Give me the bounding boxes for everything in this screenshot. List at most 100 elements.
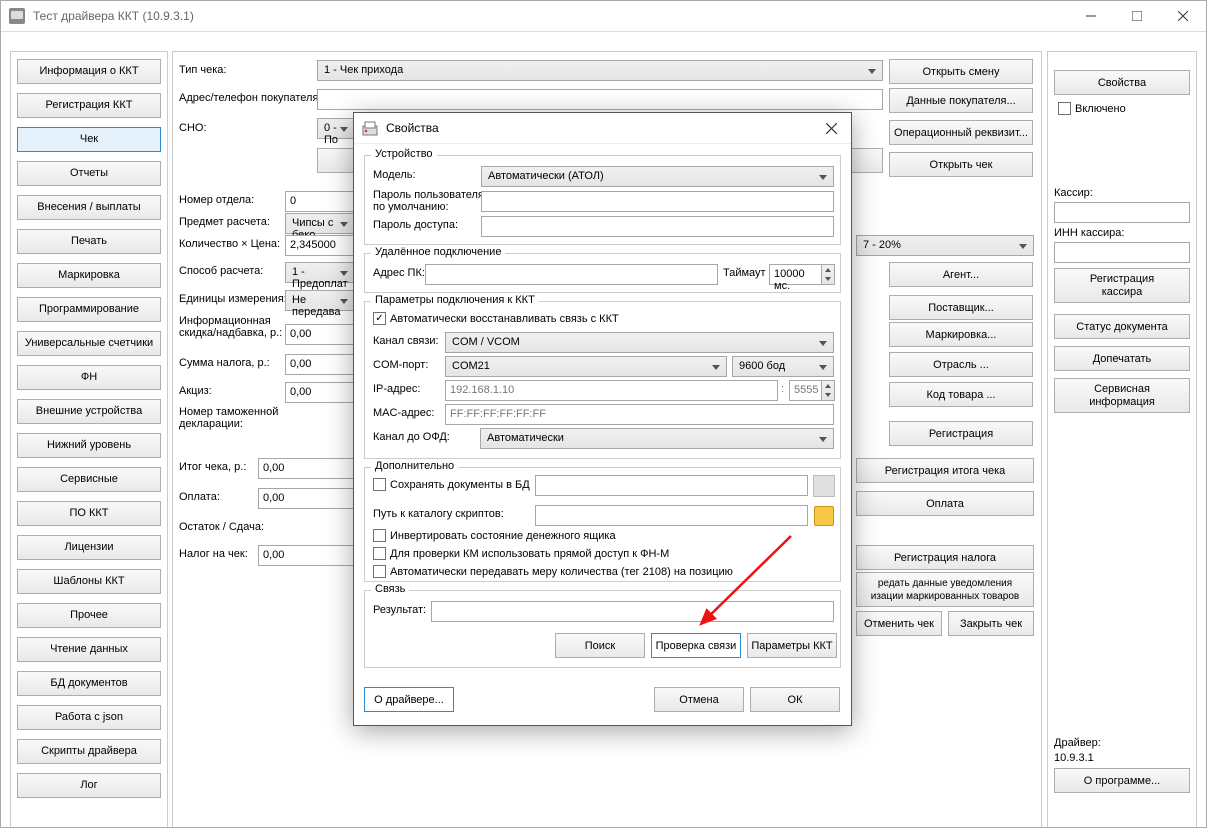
address-input[interactable] bbox=[317, 89, 883, 110]
ofd-channel-dropdown[interactable]: Автоматически bbox=[480, 428, 834, 449]
minimize-button[interactable] bbox=[1068, 1, 1114, 31]
supplier-button[interactable]: Поставщик... bbox=[889, 295, 1033, 320]
left-nav-panel: Информация о ККТ Регистрация ККТ Чек Отч… bbox=[10, 51, 168, 828]
unit-dropdown[interactable]: Не передава bbox=[285, 290, 355, 311]
vat-dropdown[interactable]: 7 - 20% bbox=[856, 235, 1034, 256]
nav-check[interactable]: Чек bbox=[17, 127, 161, 152]
com-port-dropdown[interactable]: COM21 bbox=[445, 356, 727, 377]
dept-input[interactable]: 0 bbox=[285, 191, 355, 212]
registration-button[interactable]: Регистрация bbox=[889, 421, 1033, 446]
check-type-dropdown[interactable]: 1 - Чек прихода bbox=[317, 60, 883, 81]
access-pwd-input[interactable] bbox=[481, 216, 834, 237]
about-program-button[interactable]: О программе... bbox=[1054, 768, 1190, 793]
nav-other[interactable]: Прочее bbox=[17, 603, 161, 628]
nav-lic[interactable]: Лицензии bbox=[17, 535, 161, 560]
service-info-button[interactable]: Сервисная информация bbox=[1054, 378, 1190, 413]
group-extra: Дополнительно Сохранять документы в БД П… bbox=[364, 467, 841, 582]
send-notice-button[interactable]: редать данные уведомления изации маркиро… bbox=[856, 572, 1034, 607]
excise-input[interactable]: 0,00 bbox=[285, 382, 355, 403]
invert-drawer-label: Инвертировать состояние денежного ящика bbox=[390, 530, 616, 542]
check-conn-button[interactable]: Проверка связи bbox=[651, 633, 741, 658]
qty-input[interactable]: 2,345000 bbox=[285, 235, 355, 256]
nav-scripts[interactable]: Скрипты драйвера bbox=[17, 739, 161, 764]
dialog-cancel-button[interactable]: Отмена bbox=[654, 687, 744, 712]
buyer-data-button[interactable]: Данные покупателя... bbox=[889, 88, 1033, 113]
doc-status-button[interactable]: Статус документа bbox=[1054, 314, 1190, 339]
reg-total-button[interactable]: Регистрация итога чека bbox=[856, 458, 1034, 483]
tax-check-input[interactable]: 0,00 bbox=[258, 545, 354, 566]
channel-dropdown[interactable]: COM / VCOM bbox=[445, 332, 834, 353]
nav-read[interactable]: Чтение данных bbox=[17, 637, 161, 662]
dialog-ok-button[interactable]: ОК bbox=[750, 687, 840, 712]
ip-port-input[interactable]: 5555 bbox=[789, 380, 822, 401]
agent-button[interactable]: Агент... bbox=[889, 262, 1033, 287]
nav-tpl[interactable]: Шаблоны ККТ bbox=[17, 569, 161, 594]
open-check-button[interactable]: Открыть чек bbox=[889, 152, 1033, 177]
maximize-button[interactable] bbox=[1114, 1, 1160, 31]
dialog-close-button[interactable] bbox=[811, 113, 851, 143]
auto-measure-checkbox[interactable]: Автоматически передавать меру количества… bbox=[373, 565, 733, 578]
nav-prog[interactable]: Программирование bbox=[17, 297, 161, 322]
baud-dropdown[interactable]: 9600 бод bbox=[732, 356, 834, 377]
finish-print-button[interactable]: Допечатать bbox=[1054, 346, 1190, 371]
auto-restore-checkbox[interactable]: Автоматически восстанавливать связь с КК… bbox=[373, 312, 619, 325]
enabled-checkbox[interactable]: Включено bbox=[1058, 102, 1126, 115]
total-input[interactable]: 0,00 bbox=[258, 458, 354, 479]
pay-method-dropdown[interactable]: 1 - Предоплат bbox=[285, 262, 355, 283]
cashier-inn-input[interactable] bbox=[1054, 242, 1190, 263]
save-docs-checkbox[interactable]: Сохранять документы в БД bbox=[373, 478, 530, 491]
nav-service[interactable]: Сервисные bbox=[17, 467, 161, 492]
nav-db[interactable]: БД документов bbox=[17, 671, 161, 696]
nav-marking[interactable]: Маркировка bbox=[17, 263, 161, 288]
open-shift-button[interactable]: Открыть смену bbox=[889, 59, 1033, 84]
subject-dropdown[interactable]: Чипсы с беко bbox=[285, 213, 355, 234]
db-path-input[interactable] bbox=[535, 475, 808, 496]
result-input[interactable] bbox=[431, 601, 834, 622]
reg-tax-button[interactable]: Регистрация налога bbox=[856, 545, 1034, 570]
nav-ext[interactable]: Внешние устройства bbox=[17, 399, 161, 424]
close-button[interactable] bbox=[1160, 1, 1206, 31]
marking-button[interactable]: Маркировка... bbox=[889, 322, 1033, 347]
default-pwd-input[interactable] bbox=[481, 191, 834, 212]
nav-print[interactable]: Печать bbox=[17, 229, 161, 254]
tax-sum-input[interactable]: 0,00 bbox=[285, 354, 355, 375]
discount-input[interactable]: 0,00 bbox=[285, 324, 355, 345]
industry-button[interactable]: Отрасль ... bbox=[889, 352, 1033, 377]
mac-input[interactable]: FF:FF:FF:FF:FF:FF bbox=[445, 404, 834, 425]
reg-cashier-button[interactable]: Регистрация кассира bbox=[1054, 268, 1190, 303]
nav-counters[interactable]: Универсальные счетчики bbox=[17, 331, 161, 356]
dialog-titlebar: Свойства bbox=[354, 113, 851, 144]
props-button[interactable]: Свойства bbox=[1054, 70, 1190, 95]
invert-drawer-checkbox[interactable]: Инвертировать состояние денежного ящика bbox=[373, 529, 616, 542]
label-cashier: Кассир: bbox=[1054, 187, 1093, 199]
nav-info[interactable]: Информация о ККТ bbox=[17, 59, 161, 84]
nav-reports[interactable]: Отчеты bbox=[17, 161, 161, 186]
pay-button[interactable]: Оплата bbox=[856, 491, 1034, 516]
cancel-check-button[interactable]: Отменить чек bbox=[856, 611, 942, 636]
folder-icon[interactable] bbox=[814, 506, 834, 526]
kkt-params-button[interactable]: Параметры ККТ bbox=[747, 633, 837, 658]
nav-json[interactable]: Работа с json bbox=[17, 705, 161, 730]
about-driver-button[interactable]: О драйвере... bbox=[364, 687, 454, 712]
nav-sw[interactable]: ПО ККТ bbox=[17, 501, 161, 526]
op-requisite-button[interactable]: Операционный реквизит... bbox=[889, 120, 1033, 145]
search-button[interactable]: Поиск bbox=[555, 633, 645, 658]
nav-cash[interactable]: Внесения / выплаты bbox=[17, 195, 161, 220]
model-dropdown[interactable]: Автоматически (АТОЛ) bbox=[481, 166, 834, 187]
payment-input[interactable]: 0,00 bbox=[258, 488, 354, 509]
ip-input[interactable]: 192.168.1.10 bbox=[445, 380, 778, 401]
timeout-spinner[interactable] bbox=[822, 264, 835, 285]
product-code-button[interactable]: Код товара ... bbox=[889, 382, 1033, 407]
cashier-input[interactable] bbox=[1054, 202, 1190, 223]
nav-fn[interactable]: ФН bbox=[17, 365, 161, 390]
ip-port-spinner[interactable] bbox=[822, 380, 835, 401]
close-check-button[interactable]: Закрыть чек bbox=[948, 611, 1034, 636]
timeout-input[interactable]: 10000 мс. bbox=[769, 264, 822, 285]
nav-low[interactable]: Нижний уровень bbox=[17, 433, 161, 458]
pc-addr-input[interactable] bbox=[425, 264, 718, 285]
nav-reg[interactable]: Регистрация ККТ bbox=[17, 93, 161, 118]
nav-log[interactable]: Лог bbox=[17, 773, 161, 798]
scripts-path-input[interactable] bbox=[535, 505, 808, 526]
sno-dropdown[interactable]: 0 - По bbox=[317, 118, 355, 139]
direct-fnm-checkbox[interactable]: Для проверки КМ использовать прямой дост… bbox=[373, 547, 669, 560]
